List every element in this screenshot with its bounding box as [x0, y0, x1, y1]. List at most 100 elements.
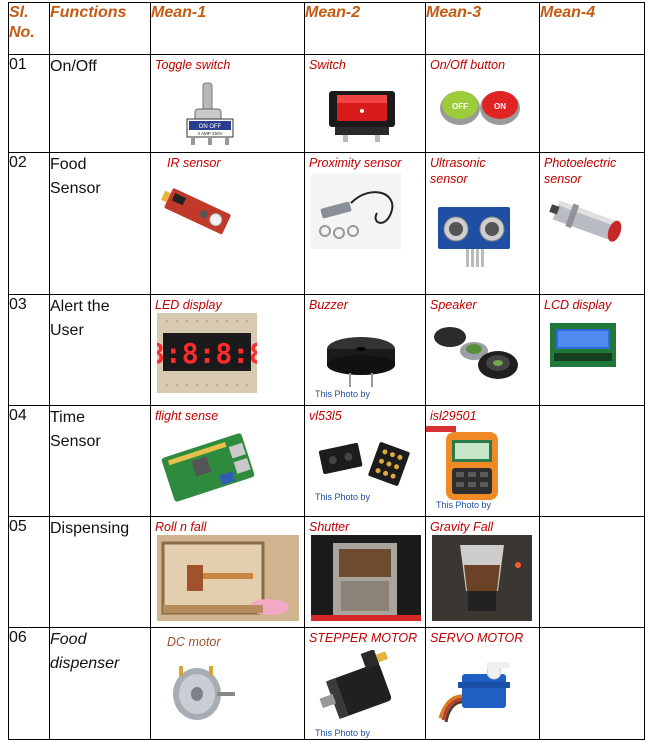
header-sl-line2: No.: [9, 24, 35, 41]
cell-isl29501: isl29501 This Photo by: [425, 405, 540, 517]
photo-credit: This Photo by: [315, 389, 371, 399]
mean-label: STEPPER MOTOR: [309, 631, 418, 645]
stepper-motor-image: [311, 650, 411, 728]
function-line1: Alert the: [50, 298, 110, 315]
cell-ultrasonic-sensor: Ultrasonic sensor: [425, 152, 540, 295]
header-sl-line1: Sl.: [9, 4, 29, 21]
function-line1: Time: [50, 409, 85, 426]
rocker-switch-image: [323, 81, 403, 143]
header-sl-no: Sl. No.: [8, 2, 50, 55]
cell-shutter: Shutter: [304, 516, 426, 628]
cell-speaker: Speaker: [425, 294, 540, 406]
cell-ir-sensor: IR sensor: [150, 152, 305, 295]
cell-empty: [539, 405, 645, 517]
gravity-fall-image: [432, 535, 532, 621]
dc-motor-image: [161, 658, 241, 730]
row-sl: 02: [8, 152, 50, 295]
mean-label: LED display: [155, 298, 222, 312]
speaker-image: [430, 315, 526, 391]
row-function: Food Sensor: [49, 152, 151, 295]
cell-empty: [539, 54, 645, 153]
mean-label: Switch: [309, 58, 346, 72]
header-mean-1: Mean-1: [150, 2, 305, 55]
cell-led-display: LED display 8:8:8:8: [150, 294, 305, 406]
mean-label: flight sense: [155, 409, 219, 423]
mean-label: On/Off button: [430, 58, 506, 72]
cell-lcd-display: LCD display: [539, 294, 645, 406]
morphological-chart: Sl. No. Functions Mean-1 Mean-2 Mean-3 M…: [8, 2, 645, 740]
photoelectric-sensor-image: [548, 195, 636, 251]
cell-rocker-switch: Switch: [304, 54, 426, 153]
lcd-display-image: [548, 319, 618, 371]
header-mean-4: Mean-4: [539, 2, 645, 55]
isl29501-meter-image: [444, 430, 500, 502]
header-mean-3: Mean-3: [425, 2, 540, 55]
cell-buzzer: Buzzer This Photo by: [304, 294, 426, 406]
mean-label: Gravity Fall: [430, 520, 494, 534]
row-sl: 04: [8, 405, 50, 517]
shutter-image: [311, 535, 421, 621]
off-button-text: OFF: [452, 102, 468, 111]
row-sl: 06: [8, 627, 50, 740]
function-line1: Food: [50, 631, 87, 648]
toggle-switch-text: ON OFF: [199, 124, 222, 130]
buzzer-image: [321, 319, 411, 389]
mean-label: Photoelectric sensor: [544, 156, 617, 186]
mean-label: Toggle switch: [155, 58, 231, 72]
function-line1: Food: [50, 156, 87, 173]
led-display-image: 8:8:8:8: [157, 313, 257, 393]
row-function: Time Sensor: [49, 405, 151, 517]
row-function: Dispensing: [49, 516, 151, 628]
function-line2: dispenser: [50, 655, 120, 672]
led-digits: 8:8:8:8: [157, 337, 257, 370]
cell-empty: [539, 627, 645, 740]
photo-credit: This Photo by: [315, 492, 371, 502]
function-line2: Sensor: [50, 180, 101, 197]
cell-toggle-switch: Toggle switch ON OFF 4 AMP 250V: [150, 54, 305, 153]
servo-motor-image: [436, 652, 526, 728]
mean-label: Proximity sensor: [309, 156, 402, 170]
mean-label: Shutter: [309, 520, 350, 534]
mean-label: Speaker: [430, 298, 477, 312]
mean-label: Buzzer: [309, 298, 348, 312]
table-row: 02 Food Sensor IR sensor Proximity senso…: [8, 152, 645, 295]
vl53l5-chip-image: [313, 430, 413, 490]
mean-label: LCD display: [544, 298, 612, 312]
ir-sensor-image: [159, 183, 239, 243]
row-function: Alert the User: [49, 294, 151, 406]
on-button-text: ON: [494, 102, 506, 111]
cell-dc-motor: DC motor: [150, 627, 305, 740]
mean-label: SERVO MOTOR: [430, 631, 524, 645]
table-row: 06 Food dispenser DC motor STEPPER MOTOR: [8, 627, 645, 740]
mean-label: Roll n fall: [155, 520, 207, 534]
mean-label: Ultrasonic sensor: [430, 156, 486, 186]
ultrasonic-sensor-image: [434, 203, 514, 269]
cell-empty: [539, 516, 645, 628]
cell-roll-n-fall: Roll n fall: [150, 516, 305, 628]
header-mean-2: Mean-2: [304, 2, 426, 55]
header-row: Sl. No. Functions Mean-1 Mean-2 Mean-3 M…: [8, 2, 645, 55]
function-line2: User: [50, 322, 84, 339]
table-row: 04 Time Sensor flight sense vl53l5 This …: [8, 405, 645, 517]
table-row: 01 On/Off Toggle switch ON OFF 4 AMP 250…: [8, 54, 645, 153]
toggle-switch-image: ON OFF 4 AMP 250V: [181, 81, 251, 147]
photo-credit: This Photo by: [315, 728, 371, 738]
mean-label: vl53l5: [309, 409, 342, 423]
cell-vl53l5: vl53l5 This Photo by: [304, 405, 426, 517]
mean-label: isl29501: [430, 409, 477, 423]
mean-label: DC motor: [167, 635, 221, 649]
cell-proximity-sensor: Proximity sensor: [304, 152, 426, 295]
row-sl: 01: [8, 54, 50, 153]
cell-stepper-motor: STEPPER MOTOR This Photo by: [304, 627, 426, 740]
proximity-sensor-image: [311, 173, 401, 249]
function-line2: Sensor: [50, 433, 101, 450]
cell-photoelectric-sensor: Photoelectric sensor: [539, 152, 645, 295]
toggle-switch-sub: 4 AMP 250V: [198, 131, 223, 136]
table-row: 05 Dispensing Roll n fall Shutter Gravit…: [8, 516, 645, 628]
cell-servo-motor: SERVO MOTOR: [425, 627, 540, 740]
row-sl: 05: [8, 516, 50, 628]
mean-label: IR sensor: [167, 156, 221, 170]
cell-gravity-fall: Gravity Fall: [425, 516, 540, 628]
row-function: Food dispenser: [49, 627, 151, 740]
row-function: On/Off: [49, 54, 151, 153]
